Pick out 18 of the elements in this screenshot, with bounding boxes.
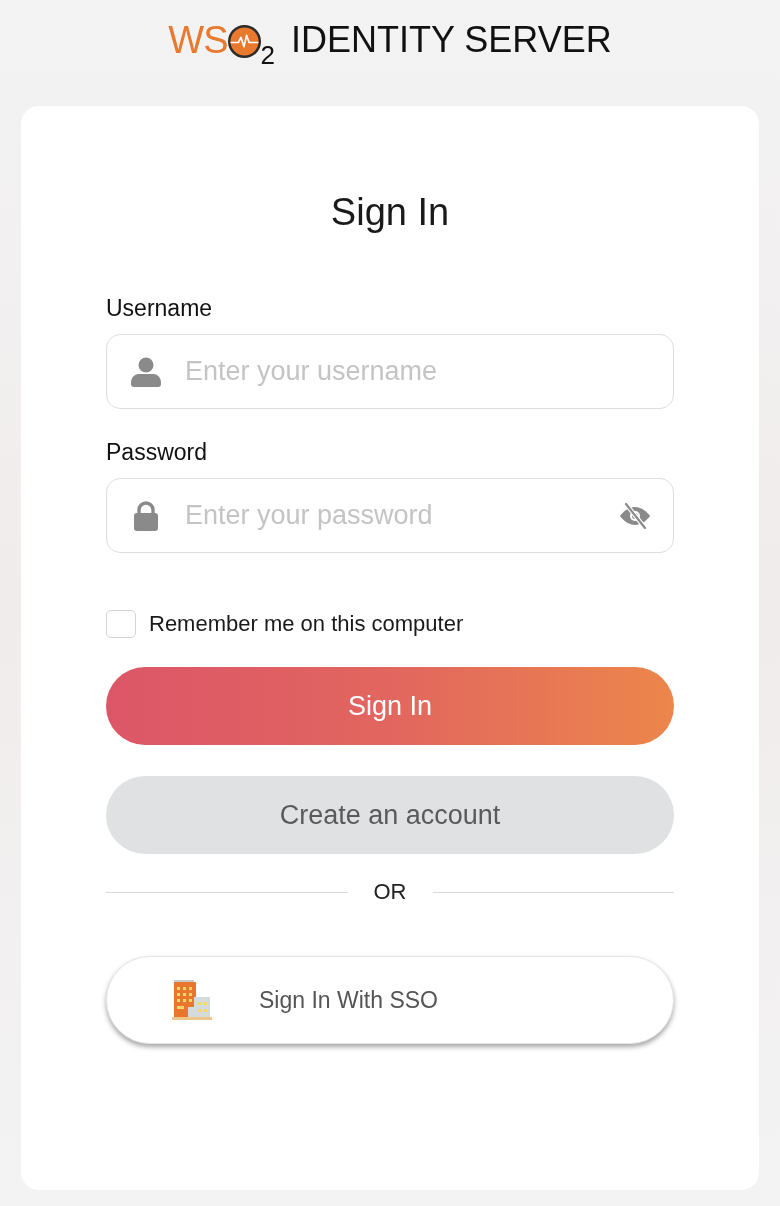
logo-icon bbox=[227, 25, 261, 58]
product-name: IDENTITY SERVER bbox=[290, 18, 612, 62]
building-icon bbox=[172, 980, 212, 1020]
divider-text: OR bbox=[372, 878, 408, 906]
sso-button[interactable]: Sign In With SSO bbox=[106, 956, 674, 1044]
logo-text: WS bbox=[168, 18, 228, 62]
logo-subscript: 2 bbox=[260, 42, 275, 68]
lock-icon bbox=[134, 500, 158, 531]
create-account-button[interactable]: Create an account bbox=[106, 776, 674, 854]
username-input[interactable]: Enter your username bbox=[106, 334, 674, 409]
field-label: Password bbox=[106, 438, 207, 466]
remember-label[interactable]: Remember me on this computer bbox=[149, 610, 464, 638]
page-title: Sign In bbox=[330, 190, 450, 234]
password-input[interactable]: Enter your password bbox=[106, 478, 674, 553]
eye-slash-icon[interactable] bbox=[618, 501, 652, 530]
field-label: Username bbox=[106, 294, 213, 322]
remember-checkbox[interactable] bbox=[106, 610, 136, 638]
user-icon bbox=[131, 356, 161, 387]
